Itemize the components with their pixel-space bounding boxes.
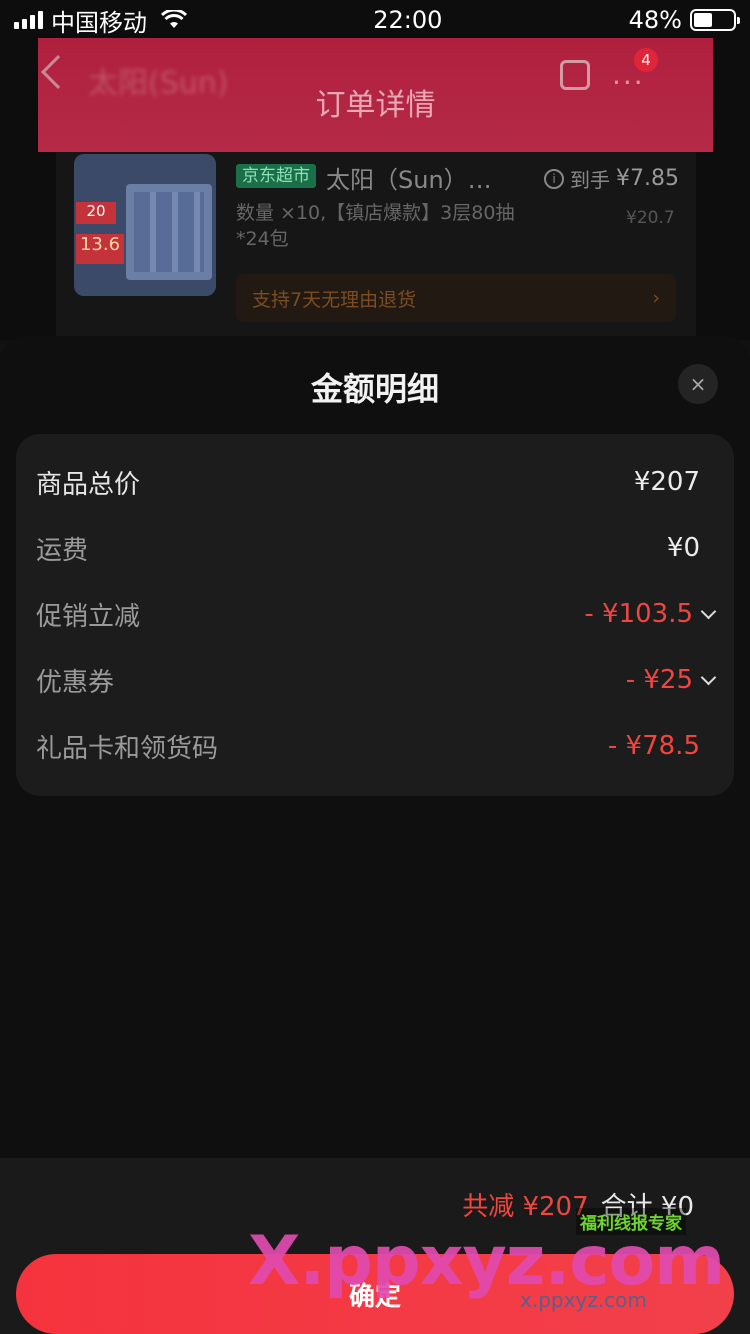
share-icon[interactable]	[560, 60, 590, 90]
return-policy-text: 支持7天无理由退货	[252, 288, 417, 311]
product-package-image	[126, 184, 212, 280]
chevron-right-icon: ›	[652, 287, 660, 309]
row-value: - ¥25	[626, 665, 717, 695]
thumb-badge: 20	[76, 202, 116, 224]
original-price: ¥20.7	[626, 208, 675, 228]
order-detail-background: 订单详情 太阳(Sun) ··· 4 20 13.6 京东超市 太阳（Sun）……	[0, 0, 750, 342]
status-right: 48%	[628, 6, 740, 34]
battery-level	[693, 13, 713, 27]
total-saved: 共减 ¥207	[462, 1192, 589, 1222]
carrier-label: 中国移动	[51, 8, 147, 37]
header-overlay-text: 太阳(Sun)	[88, 66, 229, 101]
row-value: - ¥78.5	[607, 731, 700, 761]
row-label: 优惠券	[36, 667, 115, 698]
row-label: 礼品卡和领货码	[36, 733, 219, 764]
row-label: 促销立减	[36, 601, 141, 632]
battery-icon	[689, 9, 740, 31]
watermark-url: x.ppxyz.com	[520, 1288, 647, 1312]
page-title: 订单详情	[315, 88, 436, 123]
product-name: 太阳（Sun）…	[326, 166, 492, 194]
row-shipping: 运费 ¥0	[36, 528, 714, 568]
row-coupon[interactable]: 优惠券 - ¥25	[36, 660, 717, 700]
notification-badge: 4	[634, 48, 658, 72]
row-goods-total: 商品总价 ¥207	[36, 462, 714, 502]
chevron-down-icon[interactable]	[700, 669, 717, 685]
amount-detail-card: 商品总价 ¥207 运费 ¥0 促销立减 - ¥103.5 优惠券 - ¥25 …	[16, 434, 734, 796]
more-icon[interactable]: ···	[612, 66, 645, 99]
row-value: - ¥103.5	[584, 599, 717, 629]
product-thumbnail[interactable]: 20 13.6	[74, 154, 216, 296]
sheet-title: 金额明细	[310, 370, 439, 408]
to-hand-label: 到手	[570, 168, 610, 192]
clock: 22:00	[373, 6, 443, 34]
to-hand-price: ¥7.85	[616, 166, 679, 191]
battery-percent: 48%	[628, 6, 682, 34]
row-promotion[interactable]: 促销立减 - ¥103.5	[36, 594, 717, 634]
row-label: 运费	[36, 535, 89, 566]
thumb-price-badge: 13.6	[76, 234, 124, 264]
close-button[interactable]: ×	[678, 364, 718, 404]
row-value: ¥207	[633, 467, 700, 497]
to-hand-price-group: i 到手 ¥7.85	[544, 164, 679, 193]
wifi-icon	[161, 10, 187, 28]
chevron-down-icon[interactable]	[700, 603, 717, 619]
row-value: ¥0	[666, 533, 700, 563]
store-tag: 京东超市	[236, 164, 316, 188]
row-gift-card: 礼品卡和领货码 - ¥78.5	[36, 726, 714, 766]
status-bar: 中国移动 22:00 48%	[0, 0, 750, 40]
row-label: 商品总价	[36, 469, 141, 500]
product-card[interactable]: 20 13.6 京东超市 太阳（Sun）… i 到手 ¥7.85 数量 ×10,…	[56, 152, 696, 342]
close-icon: ×	[689, 372, 707, 396]
watermark-tag: 福利线报专家	[576, 1208, 686, 1235]
info-icon[interactable]: i	[544, 168, 564, 189]
status-left: 中国移动	[14, 3, 187, 38]
return-policy-bar[interactable]: 支持7天无理由退货 ›	[236, 274, 676, 322]
signal-icon	[14, 11, 43, 29]
product-description: 数量 ×10,【镇店爆款】3层80抽*24包	[236, 202, 515, 250]
